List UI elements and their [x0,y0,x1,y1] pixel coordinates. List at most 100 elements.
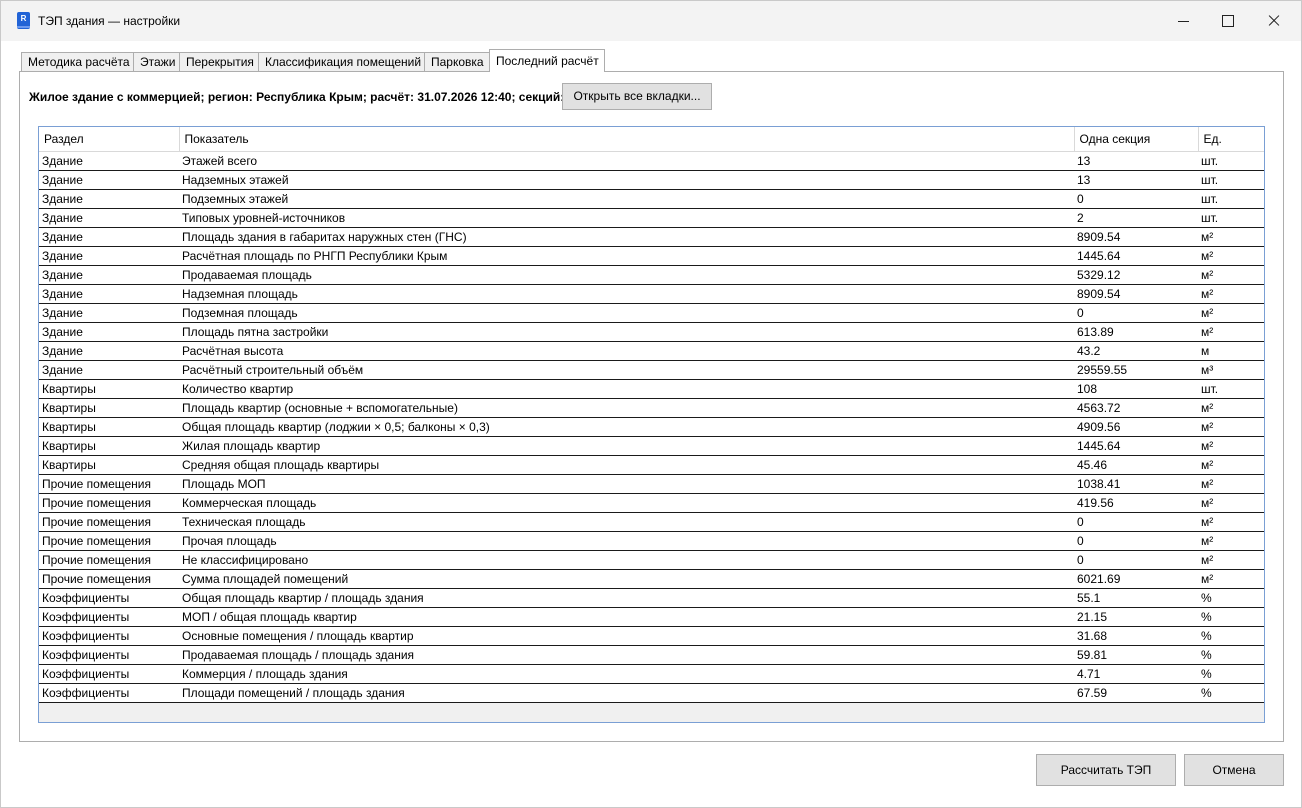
cell-unit: м² [1198,455,1264,475]
cell-value: 67.59 [1074,683,1198,703]
table-row[interactable]: Здание Расчётная площадь по РНГП Республи… [39,246,1264,266]
table-row[interactable]: Прочие помещения Сумма площадей помещений… [39,569,1264,589]
cell-indicator: Средняя общая площадь квартиры [179,455,1074,475]
cell-indicator: МОП / общая площадь квартир [179,607,1074,627]
calculate-button[interactable]: Рассчитать ТЭП [1036,754,1176,786]
cell-section: Прочие помещения [39,493,179,513]
results-grid[interactable]: Раздел Показатель Одна секция Ед. Здание… [38,126,1265,723]
minimize-icon[interactable] [1161,1,1207,41]
cell-section: Здание [39,170,179,190]
cell-value: 419.56 [1074,493,1198,513]
table-row[interactable]: Коэффициенты Основные помещения / площадь… [39,626,1264,646]
cell-unit: % [1198,664,1264,684]
table-row[interactable]: Здание Площадь пятна застройки 613.89 м² [39,322,1264,342]
cell-section: Квартиры [39,379,179,399]
cell-indicator: Прочая площадь [179,531,1074,551]
cell-section: Здание [39,151,179,171]
cell-section: Здание [39,189,179,209]
table-row[interactable]: Прочие помещения Коммерческая площадь 419.… [39,493,1264,513]
column-header-section[interactable]: Раздел [39,127,180,152]
cell-indicator: Продаваемая площадь / площадь здания [179,645,1074,665]
tab-room-classification[interactable]: Классификация помещений [258,52,425,72]
column-header-unit[interactable]: Ед. [1198,127,1264,152]
maximize-icon[interactable] [1205,1,1251,41]
cell-indicator: Общая площадь квартир (лоджии × 0,5; бал… [179,417,1074,437]
table-row[interactable]: Здание Расчётный строительный объём 29559.… [39,360,1264,380]
cell-value: 6021.69 [1074,569,1198,589]
cell-unit: м² [1198,284,1264,304]
table-row[interactable]: Здание Подземная площадь 0 м² [39,303,1264,323]
table-row[interactable]: Коэффициенты Площади помещений / площадь … [39,683,1264,703]
table-row[interactable]: Здание Надземных этажей 13 шт. [39,170,1264,190]
table-row[interactable]: Коэффициенты Коммерция / площадь здания 4.… [39,664,1264,684]
cell-indicator: Расчётный строительный объём [179,360,1074,380]
table-row[interactable]: Квартиры Средняя общая площадь квартиры 45… [39,455,1264,475]
cell-value: 1445.64 [1074,436,1198,456]
cell-indicator: Типовых уровней-источников [179,208,1074,228]
close-icon[interactable] [1251,1,1297,41]
table-row[interactable]: Здание Продаваемая площадь 5329.12 м² [39,265,1264,285]
table-row[interactable]: Прочие помещения Площадь МОП 1038.41 м² [39,474,1264,494]
cell-unit: шт. [1198,379,1264,399]
cell-value: 59.81 [1074,645,1198,665]
tab-slabs[interactable]: Перекрытия [179,52,259,72]
cell-section: Коэффициенты [39,664,179,684]
table-row[interactable]: Здание Площадь здания в габаритах наружны… [39,227,1264,247]
table-row[interactable]: Квартиры Жилая площадь квартир 1445.64 м² [39,436,1264,456]
cell-indicator: Сумма площадей помещений [179,569,1074,589]
tab-floors[interactable]: Этажи [133,52,180,72]
table-row[interactable]: Здание Этажей всего 13 шт. [39,151,1264,171]
table-row[interactable]: Здание Надземная площадь 8909.54 м² [39,284,1264,304]
cell-value: 21.15 [1074,607,1198,627]
cell-value: 31.68 [1074,626,1198,646]
cell-unit: м [1198,341,1264,361]
column-header-indicator[interactable]: Показатель [179,127,1075,152]
tab-method[interactable]: Методика расчёта [21,52,134,72]
cell-unit: % [1198,588,1264,608]
cell-value: 5329.12 [1074,265,1198,285]
cell-value: 13 [1074,151,1198,171]
cell-section: Квартиры [39,436,179,456]
cell-indicator: Продаваемая площадь [179,265,1074,285]
tab-parking[interactable]: Парковка [424,52,490,72]
cell-value: 613.89 [1074,322,1198,342]
cell-unit: % [1198,683,1264,703]
cancel-button[interactable]: Отмена [1184,754,1284,786]
cell-indicator: Расчётная высота [179,341,1074,361]
cell-indicator: Площадь квартир (основные + вспомогатель… [179,398,1074,418]
cell-value: 29559.55 [1074,360,1198,380]
table-row[interactable]: Квартиры Количество квартир 108 шт. [39,379,1264,399]
cell-indicator: Коммерция / площадь здания [179,664,1074,684]
table-row[interactable]: Коэффициенты Продаваемая площадь / площад… [39,645,1264,665]
cell-indicator: Подземная площадь [179,303,1074,323]
table-row[interactable]: Квартиры Общая площадь квартир (лоджии × … [39,417,1264,437]
cell-value: 4909.56 [1074,417,1198,437]
cell-value: 0 [1074,550,1198,570]
cell-value: 43.2 [1074,341,1198,361]
table-row[interactable]: Здание Подземных этажей 0 шт. [39,189,1264,209]
table-row[interactable]: Прочие помещения Прочая площадь 0 м² [39,531,1264,551]
tab-last-calculation[interactable]: Последний расчёт [489,49,605,72]
open-all-tabs-button[interactable]: Открыть все вкладки... [562,83,712,110]
cell-section: Коэффициенты [39,607,179,627]
app-icon: R [17,12,30,29]
column-header-one-section[interactable]: Одна секция [1074,127,1199,152]
calculation-info: Жилое здание с коммерцией; регион: Респу… [29,90,575,104]
cell-unit: м² [1198,322,1264,342]
cell-unit: шт. [1198,189,1264,209]
cell-indicator: Этажей всего [179,151,1074,171]
table-row[interactable]: Прочие помещения Не классифицировано 0 м² [39,550,1264,570]
cell-section: Здание [39,360,179,380]
table-row[interactable]: Коэффициенты МОП / общая площадь квартир 2… [39,607,1264,627]
cell-indicator: Площадь МОП [179,474,1074,494]
table-row[interactable]: Здание Типовых уровней-источников 2 шт. [39,208,1264,228]
table-row[interactable]: Коэффициенты Общая площадь квартир / площ… [39,588,1264,608]
cell-unit: м² [1198,417,1264,437]
table-row[interactable]: Здание Расчётная высота 43.2 м [39,341,1264,361]
table-row[interactable]: Квартиры Площадь квартир (основные + вспо… [39,398,1264,418]
cell-indicator: Общая площадь квартир / площадь здания [179,588,1074,608]
cell-value: 4.71 [1074,664,1198,684]
cell-value: 8909.54 [1074,284,1198,304]
cell-value: 2 [1074,208,1198,228]
table-row[interactable]: Прочие помещения Техническая площадь 0 м² [39,512,1264,532]
